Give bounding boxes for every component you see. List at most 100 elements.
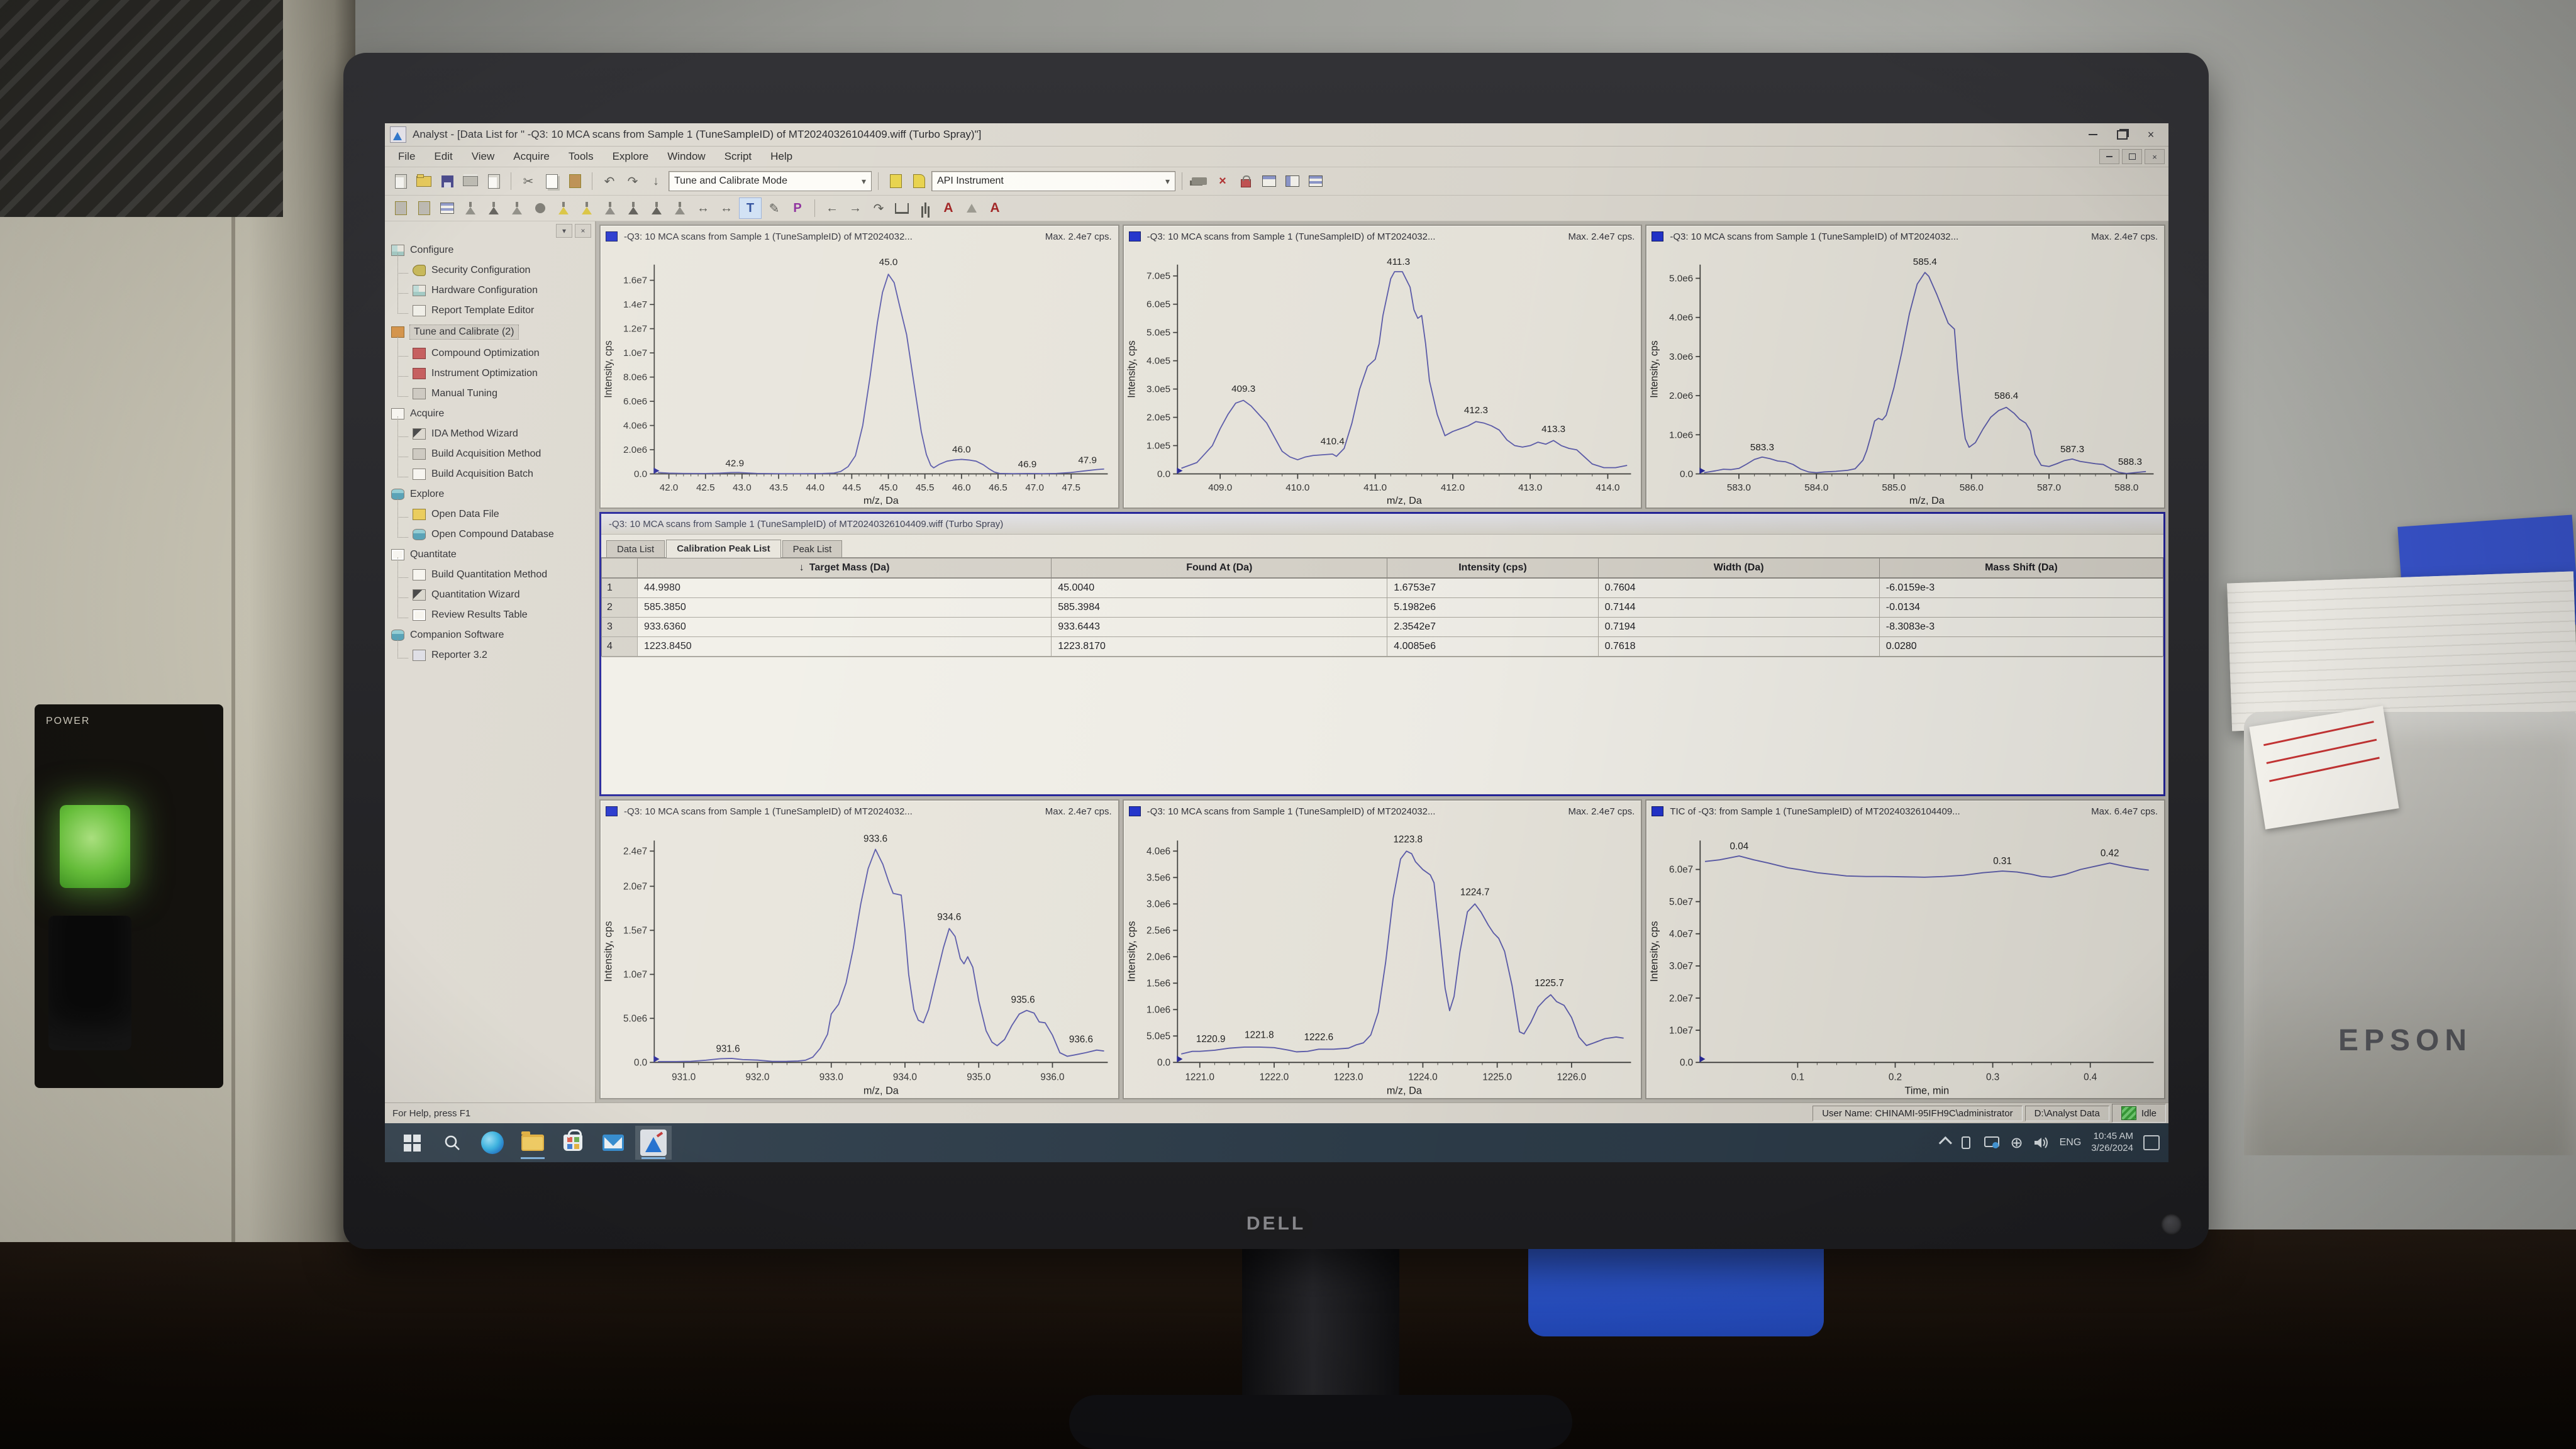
table-cell[interactable]: -0.0134	[1880, 598, 2163, 618]
table-cell[interactable]: 0.7604	[1599, 579, 1880, 598]
notification-center-icon[interactable]	[2143, 1135, 2160, 1150]
monitor-power-button[interactable]	[2161, 1214, 2182, 1235]
menu-help[interactable]: Help	[761, 150, 802, 163]
menu-edit[interactable]: Edit	[425, 150, 462, 163]
chart-select-icon[interactable]	[1652, 231, 1663, 242]
open-method-icon[interactable]	[908, 171, 930, 191]
new-icon[interactable]	[390, 171, 411, 191]
point-tool-icon[interactable]: P	[787, 198, 808, 218]
note-icon[interactable]	[885, 171, 906, 191]
note-back-icon[interactable]	[390, 198, 411, 218]
redo-curve-icon[interactable]: ↷	[868, 198, 889, 218]
mdi-minimize-button[interactable]	[2099, 149, 2119, 164]
delete-icon[interactable]: ×	[1212, 171, 1233, 191]
column-header-width[interactable]: Width (Da)	[1599, 558, 1880, 579]
chart-panel-q3-1223[interactable]: -Q3: 10 MCA scans from Sample 1 (TuneSam…	[1123, 799, 1643, 1099]
table-cell[interactable]: 0.7144	[1599, 598, 1880, 618]
chart-panel-q3-585[interactable]: -Q3: 10 MCA scans from Sample 1 (TuneSam…	[1645, 225, 2165, 509]
tile-windows-icon[interactable]	[1305, 171, 1326, 191]
table-cell[interactable]: 5.1982e6	[1387, 598, 1598, 618]
hourglass-flask-icon[interactable]	[623, 198, 644, 218]
tab-data-list[interactable]: Data List	[606, 540, 665, 557]
chart-plot[interactable]: 0.10.20.30.40.01.0e72.0e73.0e74.0e75.0e7…	[1646, 821, 2164, 1098]
tab-peak-list[interactable]: Peak List	[782, 540, 843, 557]
join-icon[interactable]: ↔	[692, 198, 714, 218]
tab-calibration-peak-list[interactable]: Calibration Peak List	[666, 540, 780, 558]
instrument-select[interactable]: API Instrument ▾	[931, 171, 1175, 191]
sidebar-item-review-results-table[interactable]: Review Results Table	[385, 605, 595, 625]
pen-tool-icon[interactable]: ✎	[763, 198, 785, 218]
sidebar-section-quantitate[interactable]: Quantitate	[385, 545, 595, 565]
table-cell[interactable]: 1.6753e7	[1387, 579, 1598, 598]
download-icon[interactable]: ↓	[645, 171, 667, 191]
menu-explore[interactable]: Explore	[603, 150, 658, 163]
sidebar-close-icon[interactable]: ×	[575, 224, 591, 238]
tray-volume-icon[interactable]	[2033, 1136, 2050, 1150]
column-header-rownum[interactable]	[601, 558, 638, 579]
redo-icon[interactable]: ↷	[622, 171, 643, 191]
sidebar-item-compound-optimization[interactable]: Compound Optimization	[385, 343, 595, 364]
open-icon[interactable]	[413, 171, 435, 191]
column-header-found-at[interactable]: Found At (Da)	[1052, 558, 1387, 579]
table-cell[interactable]: -8.3083e-3	[1880, 618, 2163, 637]
split-horizontal-icon[interactable]	[1258, 171, 1280, 191]
sidebar-item-ida-method-wizard[interactable]: IDA Method Wizard	[385, 424, 595, 444]
chart-select-icon[interactable]	[1129, 806, 1141, 816]
sidebar-item-open-data-file[interactable]: Open Data File	[385, 504, 595, 525]
table-cell[interactable]: -6.0159e-3	[1880, 579, 2163, 598]
start-button[interactable]	[394, 1126, 430, 1160]
minimize-button[interactable]	[2080, 126, 2106, 143]
chart-select-icon[interactable]	[1129, 231, 1141, 242]
chart-plot[interactable]: 931.0932.0933.0934.0935.0936.00.05.0e61.…	[601, 821, 1118, 1098]
sidebar-item-build-acquisition-method[interactable]: Build Acquisition Method	[385, 444, 595, 464]
undo-icon[interactable]: ↶	[599, 171, 620, 191]
sidebar-item-report-template-editor[interactable]: Report Template Editor	[385, 301, 595, 321]
table-row-number[interactable]: 1	[601, 579, 638, 598]
info-grid-icon[interactable]	[436, 198, 458, 218]
tray-expand-icon[interactable]	[1939, 1136, 1952, 1149]
file-explorer-icon[interactable]	[514, 1126, 551, 1160]
column-header-mass-shift[interactable]: Mass Shift (Da)	[1880, 558, 2163, 579]
print-preview-icon[interactable]	[483, 171, 504, 191]
sidebar-item-reporter[interactable]: Reporter 3.2	[385, 645, 595, 665]
mail-icon[interactable]	[595, 1126, 631, 1160]
table-cell[interactable]: 933.6360	[638, 618, 1052, 637]
note-forward-icon[interactable]	[413, 198, 435, 218]
search-icon[interactable]	[434, 1126, 470, 1160]
balance-icon[interactable]	[891, 198, 913, 218]
mdi-close-button[interactable]: ×	[2145, 149, 2165, 164]
print-icon[interactable]	[460, 171, 481, 191]
chart-panel-q3-45[interactable]: -Q3: 10 MCA scans from Sample 1 (TuneSam…	[599, 225, 1119, 509]
tray-phone-icon[interactable]	[1958, 1135, 1974, 1150]
language-indicator[interactable]: ENG	[2060, 1137, 2082, 1148]
table-cell[interactable]: 0.7618	[1599, 637, 1880, 657]
sidebar-item-build-acquisition-batch[interactable]: Build Acquisition Batch	[385, 464, 595, 484]
save-icon[interactable]	[436, 171, 458, 191]
column-header-intensity[interactable]: Intensity (cps)	[1387, 558, 1598, 579]
sidebar-item-quantitation-wizard[interactable]: Quantitation Wizard	[385, 585, 595, 605]
flask-yellow-note-icon[interactable]	[576, 198, 597, 218]
table-cell[interactable]: 0.7194	[1599, 618, 1880, 637]
menu-file[interactable]: File	[389, 150, 425, 163]
table-cell[interactable]: 2.3542e7	[1387, 618, 1598, 637]
chart-panel-q3-411[interactable]: -Q3: 10 MCA scans from Sample 1 (TuneSam…	[1123, 225, 1643, 509]
menu-acquire[interactable]: Acquire	[504, 150, 559, 163]
table-cell[interactable]: 1223.8450	[638, 637, 1052, 657]
tray-display-icon[interactable]	[1984, 1135, 2000, 1150]
taskbar-analyst-icon[interactable]	[635, 1126, 672, 1160]
column-header-target-mass[interactable]: ↓ Target Mass (Da)	[638, 558, 1052, 579]
table-cell[interactable]: 0.0280	[1880, 637, 2163, 657]
paste-icon[interactable]	[564, 171, 586, 191]
sidebar-item-hardware-configuration[interactable]: Hardware Configuration	[385, 280, 595, 301]
chart-panel-tic[interactable]: TIC of -Q3: from Sample 1 (TuneSampleID)…	[1645, 799, 2165, 1099]
annotate-icon[interactable]: A	[984, 198, 1006, 218]
reserve-instrument-icon[interactable]	[1235, 171, 1257, 191]
table-cell[interactable]: 1223.8170	[1052, 637, 1387, 657]
forward-icon[interactable]: →	[845, 198, 866, 218]
sidebar-section-acquire[interactable]: Acquire	[385, 404, 595, 424]
sidebar-section-explore[interactable]: Explore	[385, 484, 595, 504]
merge-icon[interactable]: ↔	[716, 198, 737, 218]
flask-icon[interactable]	[460, 198, 481, 218]
flask-icon[interactable]	[483, 198, 504, 218]
compound-icon[interactable]: A	[938, 198, 959, 218]
